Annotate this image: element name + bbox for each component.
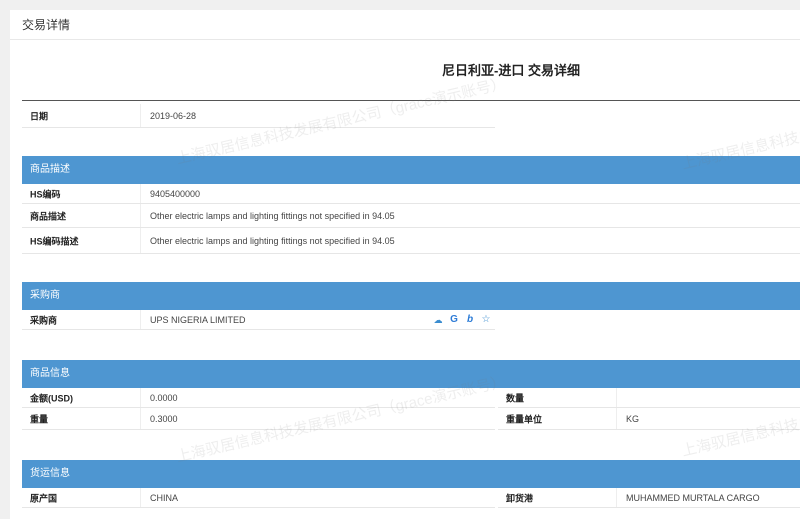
product-desc-value: Other electric lamps and lighting fittin… xyxy=(150,210,395,221)
cell-divider xyxy=(140,310,141,329)
date-value: 2019-06-28 xyxy=(150,110,197,121)
google-icon[interactable]: G xyxy=(448,314,460,326)
origin-row: 原产国 CHINA xyxy=(22,488,495,508)
cell-divider xyxy=(140,228,141,253)
cell-divider xyxy=(616,408,617,429)
cell-divider xyxy=(140,388,141,407)
buyer-value[interactable]: UPS NIGERIA LIMITED xyxy=(150,315,246,325)
port-value: MUHAMMED MURTALA CARGO xyxy=(626,492,760,503)
hs-code-label: HS编码 xyxy=(30,189,61,199)
section-product-desc: 商品描述 xyxy=(22,156,800,184)
date-label: 日期 xyxy=(30,111,49,121)
port-label: 卸货港 xyxy=(506,493,534,503)
buyer-label: 采购商 xyxy=(30,315,58,325)
origin-value: CHINA xyxy=(150,492,179,503)
product-desc-row: 商品描述 Other electric lamps and lighting f… xyxy=(22,204,800,228)
bing-icon[interactable]: b xyxy=(464,314,476,326)
cell-divider xyxy=(616,388,617,407)
weight-unit-row: 重量单位 KG xyxy=(498,408,800,430)
amount-value: 0.0000 xyxy=(150,392,178,403)
hs-code-value: 9405400000 xyxy=(150,188,201,199)
product-desc-label: 商品描述 xyxy=(30,211,67,221)
panel-title: 交易详情 xyxy=(10,10,800,40)
weight-unit-value: KG xyxy=(626,413,640,424)
cell-divider xyxy=(616,488,617,507)
cell-divider xyxy=(140,104,141,127)
hs-desc-label: HS编码描述 xyxy=(30,236,79,246)
date-row: 日期 2019-06-28 xyxy=(22,104,495,128)
cloud-search-icon[interactable]: ☁ xyxy=(432,314,444,326)
section-buyer: 采购商 xyxy=(22,282,800,310)
amount-row: 金额(USD) 0.0000 xyxy=(22,388,495,408)
origin-label: 原产国 xyxy=(30,493,58,503)
port-row: 卸货港 MUHAMMED MURTALA CARGO xyxy=(498,488,800,508)
buyer-row: 采购商 UPS NIGERIA LIMITED ☁ G b ☆ xyxy=(22,310,495,330)
weight-row: 重量 0.3000 xyxy=(22,408,495,430)
cell-divider xyxy=(140,184,141,203)
quantity-row: 数量 xyxy=(498,388,800,408)
cell-divider xyxy=(140,408,141,429)
hs-desc-row: HS编码描述 Other electric lamps and lighting… xyxy=(22,228,800,254)
hs-desc-value: Other electric lamps and lighting fittin… xyxy=(150,235,395,246)
quantity-label: 数量 xyxy=(506,393,525,403)
report-title: 尼日利亚-进口 交易详细 xyxy=(22,40,800,101)
weight-unit-label: 重量单位 xyxy=(506,414,543,424)
weight-label: 重量 xyxy=(30,414,49,424)
section-shipping: 货运信息 xyxy=(22,460,800,488)
star-icon[interactable]: ☆ xyxy=(480,314,492,326)
amount-label: 金额(USD) xyxy=(30,393,73,403)
section-product-info: 商品信息 xyxy=(22,360,800,388)
cell-divider xyxy=(140,488,141,507)
cell-divider xyxy=(140,204,141,227)
buyer-search-icons: ☁ G b ☆ xyxy=(432,314,492,326)
weight-value: 0.3000 xyxy=(150,413,178,424)
hs-code-row: HS编码 9405400000 xyxy=(22,184,800,204)
